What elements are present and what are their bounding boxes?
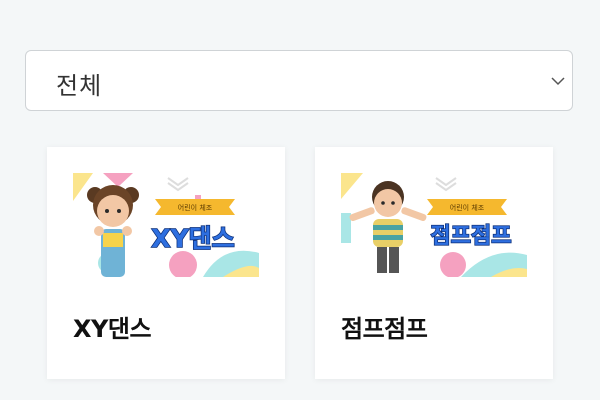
select-value: 전체 — [56, 72, 103, 100]
thumbnail-banner-text: 어린이 체조 — [450, 203, 485, 212]
thumbnail-title-text: 점프점프 — [431, 224, 512, 249]
card-title: 점프점프 — [341, 315, 428, 343]
video-card-xy-dance[interactable]: 어린이 체조 XY댄스 XY댄스 — [47, 147, 285, 379]
card-title: XY댄스 — [73, 315, 152, 343]
video-thumbnail[interactable]: 어린이 체조 XY댄스 — [73, 173, 259, 277]
thumbnail-banner-text: 어린이 체조 — [178, 203, 213, 212]
video-thumbnail[interactable]: 어린이 체조 점프점프 — [341, 173, 527, 277]
video-card-jump-jump[interactable]: 어린이 체조 점프점프 점프점프 — [315, 147, 553, 379]
category-select[interactable]: 전체 — [25, 50, 573, 111]
thumbnail-title-text: XY댄스 — [151, 224, 234, 253]
chevron-down-icon — [551, 77, 565, 86]
